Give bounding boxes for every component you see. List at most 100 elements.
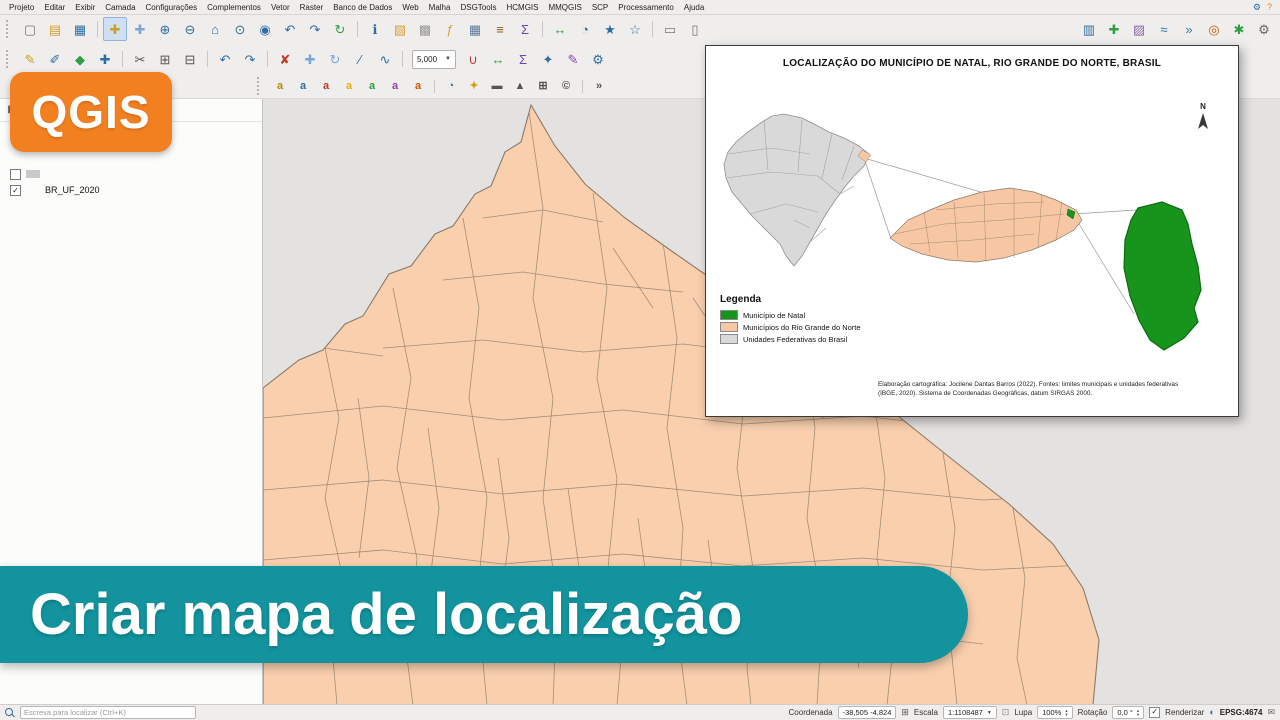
menu-item[interactable]: Configurações [141,2,203,13]
redo-icon[interactable]: ↷ [238,47,262,71]
labeling-options-icon[interactable]: a [292,76,314,97]
zoom-out-icon[interactable]: ⊖ [178,17,202,41]
zoom-next-icon[interactable]: ↷ [303,17,327,41]
refresh-map-icon[interactable]: ↻ [328,17,352,41]
statistics-summary-icon[interactable]: Σ [511,47,535,71]
menu-item[interactable]: Raster [295,2,329,13]
new-project-icon[interactable]: ▢ [18,17,42,41]
text-annotation-icon[interactable]: ✎ [561,47,585,71]
options-icon[interactable]: ⚙ [1252,17,1276,41]
attribute-table-icon[interactable]: ▦ [463,17,487,41]
undo-icon[interactable]: ↶ [213,47,237,71]
add-delimited-text-icon[interactable]: ≈ [1152,17,1176,41]
menu-item[interactable]: DSGTools [455,2,501,13]
menu-item[interactable]: Banco de Dados [328,2,397,13]
menu-item[interactable]: SCP [587,2,613,13]
layout-manager-icon[interactable]: ▯ [683,17,707,41]
pan-map-icon[interactable]: ✚ [103,17,127,41]
menu-item[interactable]: Malha [424,2,456,13]
toolbar-overflow-icon[interactable]: » [588,76,610,97]
select-by-expression-icon[interactable]: ƒ [438,17,462,41]
pan-to-selection-icon[interactable]: ✚ [128,17,152,41]
split-features-icon[interactable]: ∕ [348,47,372,71]
scale-select[interactable]: 1:1108487 ▼ [942,706,997,719]
zoom-to-layer-icon[interactable]: ◉ [253,17,277,41]
change-label-icon[interactable]: a [407,76,429,97]
menu-item[interactable]: Editar [39,2,70,13]
decorations-icon[interactable]: ✦ [463,76,485,97]
scale-combo[interactable]: 5,000 ▼ [412,49,456,69]
layer-item[interactable]: ✓ BR_UF_2020 [10,182,256,198]
extents-icon[interactable]: ⊞ [901,708,909,717]
measure-line-icon[interactable]: ↔ [548,17,572,41]
cut-features-icon[interactable]: ✂ [128,47,152,71]
save-edits-icon[interactable]: ✐ [43,47,67,71]
add-feature-icon[interactable]: ◆ [68,47,92,71]
highlight-labels-icon[interactable]: a [338,76,360,97]
menu-item[interactable]: Projeto [4,2,39,13]
deselect-features-icon[interactable]: ▩ [413,17,437,41]
lock-scale-icon[interactable]: ⊡ [1002,708,1010,717]
layer-item[interactable]: ✓ [10,166,256,182]
metasearch-icon[interactable]: ◎ [1202,17,1226,41]
measure-area-icon[interactable]: ↔ [486,47,510,71]
menu-item[interactable]: Exibir [70,2,100,13]
rotate-features-icon[interactable]: ↻ [323,47,347,71]
menu-item[interactable]: HCMGIS [501,2,543,13]
magnifier-spinner[interactable]: 100% ▴ ▾ [1037,706,1073,719]
north-arrow-decoration-icon[interactable]: ▲ [509,76,531,97]
open-project-icon[interactable]: ▤ [43,17,67,41]
pin-labels-icon[interactable]: a [315,76,337,97]
show-bookmarks-icon[interactable]: ☆ [623,17,647,41]
grid-decoration-icon[interactable]: ⊞ [532,76,554,97]
diagram-options-icon[interactable]: ◔ [440,76,462,97]
snapping-icon[interactable]: ∪ [461,47,485,71]
help-icon[interactable]: ? [1267,2,1272,12]
scale-bar-icon[interactable]: ▬ [486,76,508,97]
vertex-tool-icon[interactable]: ✚ [93,47,117,71]
save-project-icon[interactable]: ▦ [68,17,92,41]
menu-item[interactable]: Processamento [613,2,679,13]
menu-item[interactable]: Complementos [202,2,266,13]
delete-selected-icon[interactable]: ✘ [273,47,297,71]
toolbar-grip[interactable] [257,77,264,95]
spinner-arrows-icon[interactable]: ▴ ▾ [1137,708,1139,717]
move-features-icon[interactable]: ✚ [298,47,322,71]
toggle-editing-icon[interactable]: ✎ [18,47,42,71]
temporal-controller-icon[interactable]: ◔ [573,17,597,41]
rotation-spinner[interactable]: 0,0 ° ▴ ▾ [1112,706,1145,719]
copy-features-icon[interactable]: ⊞ [153,47,177,71]
menu-item[interactable]: Ajuda [679,2,709,13]
add-vector-layer-icon[interactable]: ✚ [1102,17,1126,41]
locator-input[interactable] [20,706,196,719]
layer-checkbox[interactable]: ✓ [10,184,21,196]
menu-item[interactable]: Camada [100,2,140,13]
identify-features-icon[interactable]: ℹ [363,17,387,41]
statistics-icon[interactable]: Σ [513,17,537,41]
menu-item[interactable]: Vetor [266,2,295,13]
new-print-layout-icon[interactable]: ▭ [658,17,682,41]
data-source-manager-icon[interactable]: ▥ [1077,17,1101,41]
layer-checkbox[interactable]: ✓ [10,168,21,180]
gear-icon[interactable]: ⚙ [1253,2,1261,12]
toolbar-grip[interactable] [6,20,13,38]
layer-labeling-icon[interactable]: a [269,76,291,97]
coordinate-value[interactable]: -38,505 -4,824 [837,706,897,719]
paste-features-icon[interactable]: ⊟ [178,47,202,71]
zoom-to-selection-icon[interactable]: ⊙ [228,17,252,41]
crs-value[interactable]: EPSG:4674 [1220,708,1263,717]
zoom-last-icon[interactable]: ↶ [278,17,302,41]
zoom-in-icon[interactable]: ⊕ [153,17,177,41]
messages-icon[interactable]: ✉ [1267,708,1275,717]
menu-item[interactable]: Web [397,2,423,13]
move-label-icon[interactable]: a [361,76,383,97]
copyright-decoration-icon[interactable]: © [555,76,577,97]
plugins-icon[interactable]: ✱ [1227,17,1251,41]
map-tips-icon[interactable]: ✦ [536,47,560,71]
field-calculator-icon[interactable]: ≡ [488,17,512,41]
new-bookmark-icon[interactable]: ★ [598,17,622,41]
select-features-icon[interactable]: ▧ [388,17,412,41]
toolbar-grip[interactable] [6,50,13,68]
spinner-arrows-icon[interactable]: ▴ ▾ [1065,708,1067,717]
crs-globe-icon[interactable]: ◐ [1209,708,1214,717]
